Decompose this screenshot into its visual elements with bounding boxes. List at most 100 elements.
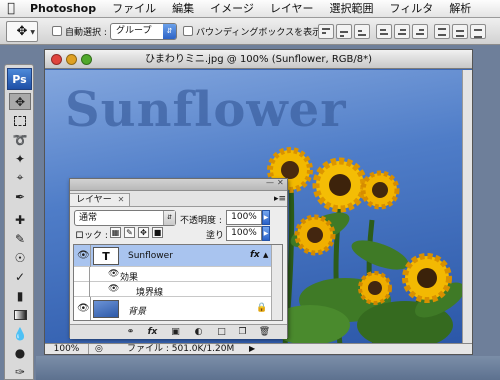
close-panel-icon[interactable]: ✕ [277,178,284,187]
menu-bar:  Photoshop ファイル 編集 イメージ レイヤー 選択範囲 フィルタ … [0,0,500,18]
effects-eye-icon[interactable]: 👁 [108,269,119,279]
menu-edit[interactable]: 編集 [164,0,202,18]
blend-mode-dropdown[interactable]: 通常 ⇵ [74,210,176,226]
clone-stamp-tool-icon[interactable]: ☉ [9,249,31,266]
new-group-icon[interactable]: □ [215,326,228,338]
distribute-top-button[interactable] [434,24,450,39]
layer-fx-icon[interactable]: fx [250,250,260,260]
add-layer-style-icon[interactable]: fx [146,326,159,338]
layer-row-sunflower[interactable]: 👁 T Sunflower fx ▲ [74,245,272,267]
layer-name: Sunflower [128,251,173,261]
brush-tool-icon[interactable]: ✎ [9,230,31,247]
opacity-label: 不透明度 : [180,216,222,226]
delete-layer-icon[interactable]: 🗑 [258,326,271,338]
bounding-box-checkbox[interactable] [183,26,193,36]
eyedropper-tool-icon[interactable]: ✒ [9,188,31,205]
move-tool-icon[interactable]: ✥ [9,93,31,110]
menu-select[interactable]: 選択範囲 [322,0,382,18]
distribute-bottom-button[interactable] [470,24,486,39]
menu-layer[interactable]: レイヤー [262,0,322,18]
align-left-button[interactable] [376,24,392,39]
text-layer-thumbnail: T [93,247,119,265]
history-brush-tool-icon[interactable]: ✓ [9,268,31,285]
apple-menu-icon[interactable]:  [0,0,22,18]
lock-transparency-icon[interactable]: ▦ [110,227,121,238]
bounding-box-label: バウンディングボックスを表示 [196,28,322,38]
gradient-tool-icon[interactable] [9,306,31,323]
magic-wand-tool-icon[interactable]: ✦ [9,150,31,167]
auto-select-value: グループ [116,26,152,36]
auto-select-checkbox[interactable] [52,26,62,36]
distribute-vcenter-button[interactable] [452,24,468,39]
status-info-icon[interactable]: ◎ [95,344,103,354]
add-mask-icon[interactable]: ▣ [169,326,182,338]
auto-select-label: 自動選択 : [65,28,107,38]
document-title-bar[interactable]: ひまわりミニ.jpg @ 100% (Sunflower, RGB/8*) [45,50,472,69]
zoom-level-field[interactable]: 100% [45,344,89,354]
background-layer-thumbnail [93,300,119,318]
lock-pixels-icon[interactable]: ✎ [124,227,135,238]
align-bottom-button[interactable] [354,24,370,39]
align-top-button[interactable] [318,24,334,39]
canvas-text-layer[interactable]: Sunflower [65,82,347,138]
zoom-window-button[interactable] [81,54,92,65]
layer-row-background[interactable]: 👁 背景 🔒 [74,297,272,320]
layer-name: 背景 [128,307,147,317]
layer-effects-row[interactable]: 👁 効果 [74,267,272,283]
layers-list-scrollbar[interactable] [271,245,282,320]
close-window-button[interactable] [51,54,62,65]
move-tool-icon: ✥ [16,24,28,39]
eraser-tool-icon[interactable]: ▮ [9,287,31,304]
vertical-scrollbar[interactable] [462,70,472,345]
layers-panel: — ✕ レイヤー ✕ ▸≡ 通常 ⇵ 不透明度 : 100% ▶ ロック : ▦… [69,178,288,339]
healing-brush-tool-icon[interactable]: ✚ [9,211,31,228]
align-right-button[interactable] [412,24,428,39]
effect-stroke-row[interactable]: 👁 境界線 [74,282,272,298]
menu-filter[interactable]: フィルタ [382,0,442,18]
lock-label: ロック : [75,231,108,241]
pen-tool-icon[interactable]: ✑ [9,363,31,380]
new-layer-icon[interactable]: ❐ [236,326,249,338]
tool-preset-picker[interactable]: ✥ ▼ [6,21,38,42]
layers-panel-titlebar[interactable]: — ✕ [70,178,287,191]
crop-tool-icon[interactable]: ⌖ [9,169,31,186]
layers-list: 👁 T Sunflower fx ▲ 👁 効果 👁 境界線 👁 背景 🔒 [73,244,283,321]
opacity-field[interactable]: 100% [226,210,262,225]
stroke-eye-icon[interactable]: 👁 [108,284,119,294]
opacity-slider-button[interactable]: ▶ [262,210,270,225]
fill-slider-button[interactable]: ▶ [262,226,270,241]
visibility-eye-icon[interactable]: 👁 [77,250,90,261]
auto-select-dropdown[interactable]: グループ ⇵ [110,23,177,40]
close-tab-icon[interactable]: ✕ [118,195,125,204]
visibility-eye-icon[interactable]: 👁 [77,303,90,314]
layer-lock-icon: 🔒 [256,303,268,313]
align-hcenter-button[interactable] [394,24,410,39]
panel-menu-icon[interactable]: ▸≡ [274,194,286,204]
dodge-tool-icon[interactable]: ● [9,344,31,361]
lasso-tool-icon[interactable]: ➰ [9,131,31,148]
align-vcenter-button[interactable] [336,24,352,39]
document-title: ひまわりミニ.jpg @ 100% (Sunflower, RGB/8*) [144,54,373,65]
link-layers-icon[interactable]: ⚭ [124,326,137,338]
menu-image[interactable]: イメージ [202,0,262,18]
dropdown-arrow-icon: ▼ [30,29,35,36]
desktop-background [36,356,500,380]
menu-file[interactable]: ファイル [104,0,164,18]
marquee-tool-icon[interactable] [9,112,31,129]
expand-effects-arrow-icon[interactable]: ▲ [263,251,268,259]
fill-field[interactable]: 100% [226,226,262,241]
menu-app[interactable]: Photoshop [22,0,104,18]
tool-palette: Ps ✥ ➰ ✦ ⌖ ✒ ✚ ✎ ☉ ✓ ▮ 💧 ● ✑ [4,64,34,380]
document-status-bar: 100% ◎ ファイル : 501.0K/1.20M ▶ [45,343,472,354]
status-menu-arrow-icon[interactable]: ▶ [249,344,255,354]
lock-position-icon[interactable]: ✥ [138,227,149,238]
photoshop-logo[interactable]: Ps [7,68,32,90]
lock-all-icon[interactable]: ■ [152,227,163,238]
menu-analysis[interactable]: 解析 [441,0,479,18]
tab-layers[interactable]: レイヤー ✕ [70,193,131,206]
new-adjustment-layer-icon[interactable]: ◐ [192,326,205,338]
blur-tool-icon[interactable]: 💧 [9,325,31,342]
minimize-panel-icon[interactable]: — [266,178,274,187]
minimize-window-button[interactable] [66,54,77,65]
file-size-info: ファイル : 501.0K/1.20M [127,344,235,354]
